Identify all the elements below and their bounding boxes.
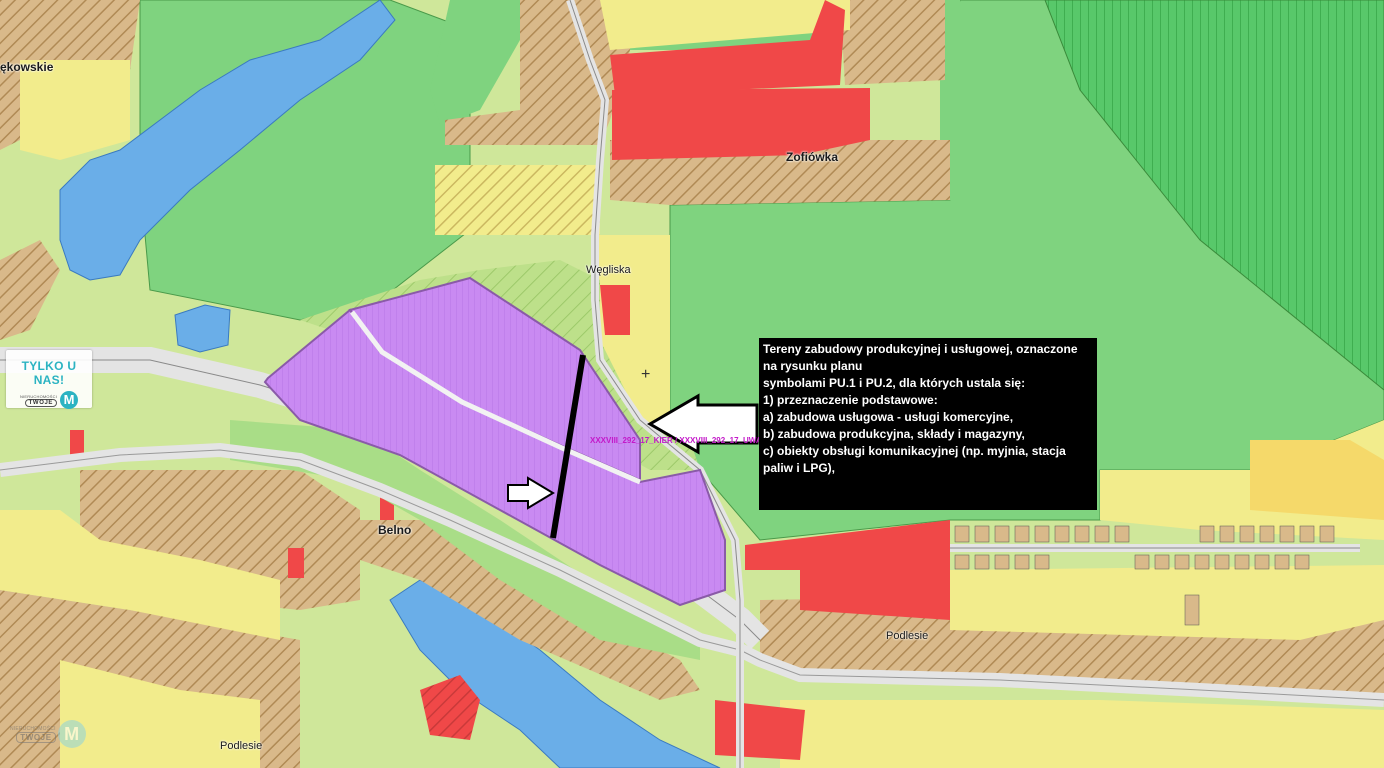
label-zofiowka: Zofiówka <box>786 150 839 164</box>
label-belno: Belno <box>378 523 412 537</box>
m-logo-icon: M <box>60 391 79 409</box>
agency-watermark: NIERUCHOMOŚCI TWOJE M <box>10 720 86 748</box>
watermark-small-text: NIERUCHOMOŚCI <box>10 725 56 732</box>
badge-text: TYLKO U NAS! <box>21 359 77 387</box>
zoning-info-box: Tereny zabudowy produkcyjnej i usługowej… <box>759 338 1097 510</box>
cross-marker-icon: + <box>641 366 651 383</box>
agri-area-top-right <box>840 0 945 85</box>
info-line: a) zabudowa usługowa - usługi komercyjne… <box>763 410 1014 424</box>
agency-logo: NIERUCHOMOŚCI TWOJE M <box>6 391 92 409</box>
exclusive-offer-badge[interactable]: TYLKO U NAS! NIERUCHOMOŚCI TWOJE M <box>6 350 92 409</box>
info-line: symbolami PU.1 i PU.2, dla których ustal… <box>763 376 1026 390</box>
service-area-bottom <box>715 700 805 760</box>
residential-right-upper <box>1250 440 1384 520</box>
residential-bottom-right <box>950 565 1384 640</box>
map-canvas[interactable] <box>0 0 1384 768</box>
service-area-small <box>600 285 630 335</box>
zoning-map[interactable]: ękowskie Zofiówka Węgliska Belno Podlesi… <box>0 0 1384 768</box>
info-line: 1) przeznaczenie podstawowe: <box>763 393 938 407</box>
watermark-m-logo-icon: M <box>57 720 86 748</box>
label-wegliska: Węgliska <box>586 264 631 276</box>
info-line: Tereny zabudowy produkcyjnej i usługowej… <box>763 342 1078 373</box>
residential-center-top <box>435 165 600 235</box>
info-line: c) obiekty obsługi komunikacyjnej (np. m… <box>763 444 1066 475</box>
info-line: b) zabudowa produkcyjna, składy i magazy… <box>763 427 1025 441</box>
label-top-left: ękowskie <box>0 60 54 74</box>
agency-word: TWOJE <box>24 398 58 407</box>
service-area-belno2 <box>288 548 304 578</box>
plan-code-label: XXXVIII_292_17_KIER / XXXVIII_292_17_UWA… <box>590 436 768 445</box>
watermark-word: TWOJE <box>16 731 56 743</box>
label-podlesie-right: Podlesie <box>886 630 929 642</box>
agency-small-text: NIERUCHOMOŚCI <box>19 393 58 399</box>
label-podlesie-bottom: Podlesie <box>220 740 263 752</box>
water-pond <box>174 304 231 353</box>
residential-podlesie <box>780 700 1384 768</box>
